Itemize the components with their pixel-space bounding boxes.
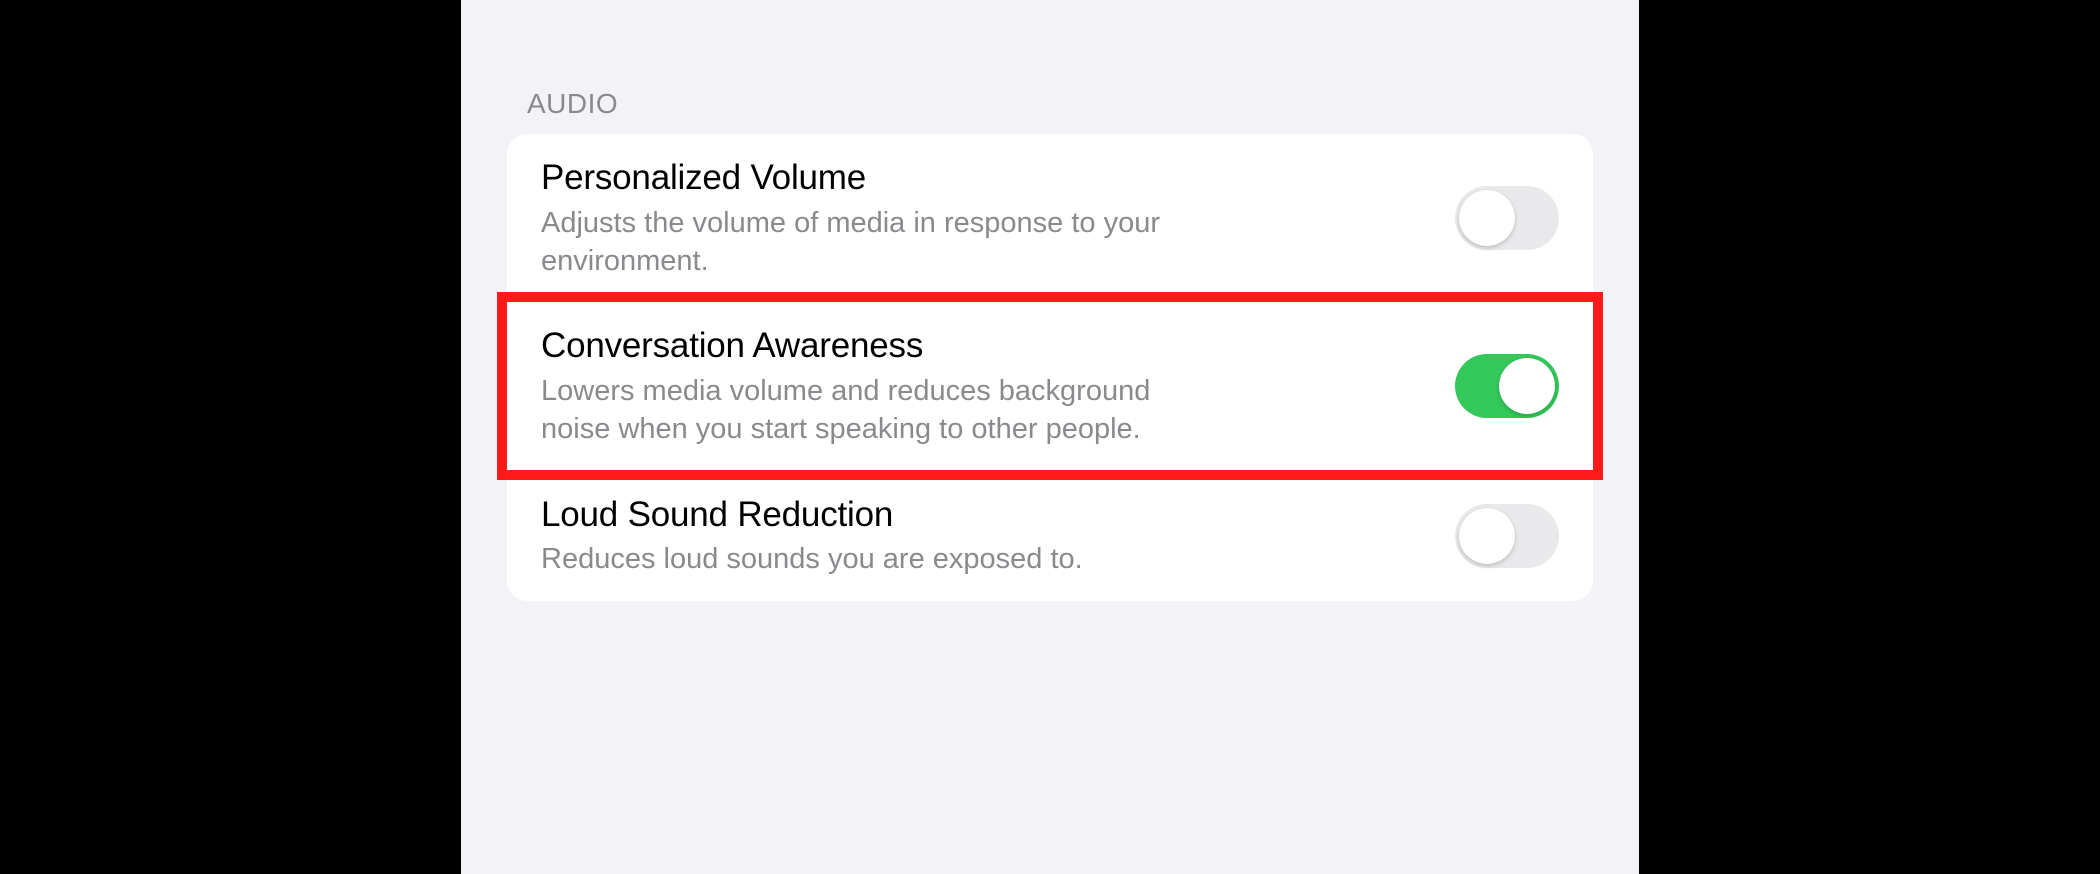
toggle-personalized-volume[interactable]	[1455, 186, 1559, 250]
row-subtitle: Reduces loud sounds you are exposed to.	[541, 540, 1161, 578]
row-content: Personalized Volume Adjusts the volume o…	[541, 156, 1431, 280]
row-subtitle: Adjusts the volume of media in response …	[541, 204, 1161, 281]
row-title: Personalized Volume	[541, 156, 1431, 200]
row-conversation-awareness[interactable]: Conversation Awareness Lowers media volu…	[507, 302, 1593, 470]
row-loud-sound-reduction[interactable]: Loud Sound Reduction Reduces loud sounds…	[507, 471, 1593, 601]
row-title: Loud Sound Reduction	[541, 493, 1431, 537]
toggle-loud-sound-reduction[interactable]	[1455, 504, 1559, 568]
row-control	[1455, 504, 1559, 568]
settings-pane: AUDIO Personalized Volume Adjusts the vo…	[461, 0, 1639, 874]
row-subtitle: Lowers media volume and reduces backgrou…	[541, 372, 1161, 449]
audio-settings-group: Personalized Volume Adjusts the volume o…	[507, 134, 1593, 601]
row-content: Loud Sound Reduction Reduces loud sounds…	[541, 493, 1431, 579]
row-content: Conversation Awareness Lowers media volu…	[541, 324, 1431, 448]
row-personalized-volume[interactable]: Personalized Volume Adjusts the volume o…	[507, 134, 1593, 302]
section-header-audio: AUDIO	[507, 0, 1593, 134]
toggle-conversation-awareness[interactable]	[1455, 354, 1559, 418]
row-control	[1455, 354, 1559, 418]
row-control	[1455, 186, 1559, 250]
row-title: Conversation Awareness	[541, 324, 1431, 368]
